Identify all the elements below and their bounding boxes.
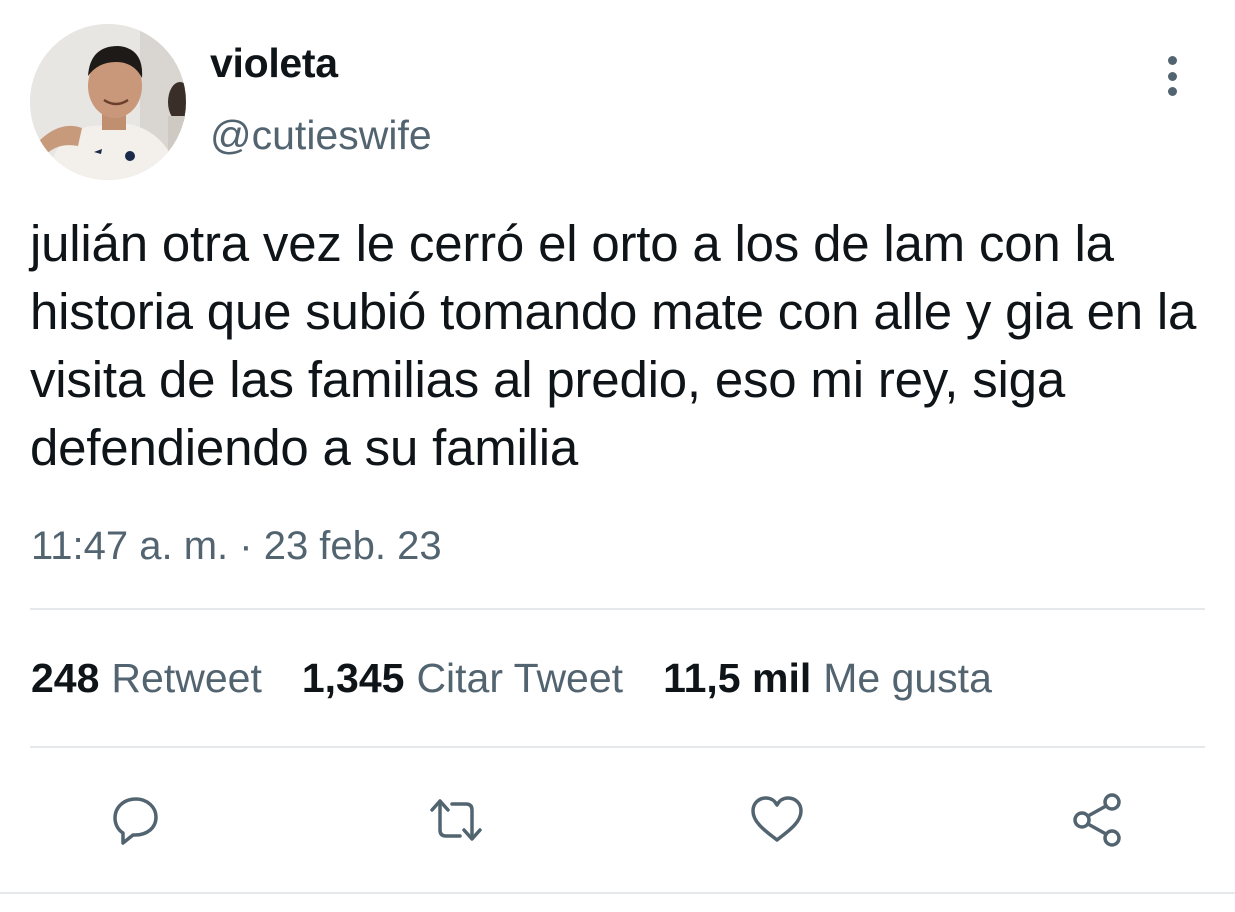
like-icon: [751, 796, 803, 842]
divider: [30, 746, 1205, 748]
like-count: 11,5 mil: [663, 655, 812, 701]
divider: [0, 892, 1235, 894]
quote-stat[interactable]: 1,345 Citar Tweet: [302, 655, 623, 702]
user-handle[interactable]: @cutieswife: [210, 112, 432, 159]
more-dot: [1167, 87, 1177, 96]
profile-photo-icon: [30, 24, 186, 180]
tweet-timestamp[interactable]: 11:47 a. m. · 23 feb. 23: [31, 524, 442, 569]
quote-count: 1,345: [301, 655, 405, 701]
more-dot: [1167, 56, 1177, 65]
more-dot: [1167, 71, 1177, 81]
tweet-text: julián otra vez le cerró el orto a los d…: [30, 215, 1197, 476]
reply-icon: [113, 797, 158, 845]
share-icon: [1073, 793, 1121, 847]
quote-label: Citar Tweet: [416, 655, 624, 701]
divider: [30, 608, 1205, 610]
like-label: Me gusta: [823, 655, 992, 701]
more-options-icon[interactable]: [1150, 52, 1194, 100]
retweet-button[interactable]: [426, 790, 486, 850]
tweet-card: violeta @cutieswife julián otra vez le c…: [0, 0, 1235, 912]
retweet-stat[interactable]: 248 Retweet: [31, 655, 262, 702]
tweet-stats: 248 Retweet 1,345 Citar Tweet 11,5 mil Me g…: [31, 655, 1032, 702]
reply-button[interactable]: [105, 790, 165, 850]
retweet-icon: [430, 799, 482, 841]
retweet-label: Retweet: [111, 655, 262, 701]
share-button[interactable]: [1068, 790, 1128, 850]
like-button[interactable]: [747, 790, 807, 850]
avatar[interactable]: [30, 24, 186, 180]
retweet-count: 248: [31, 655, 100, 701]
display-name[interactable]: violeta: [210, 40, 338, 87]
like-stat[interactable]: 11,5 mil Me gusta: [663, 655, 992, 702]
